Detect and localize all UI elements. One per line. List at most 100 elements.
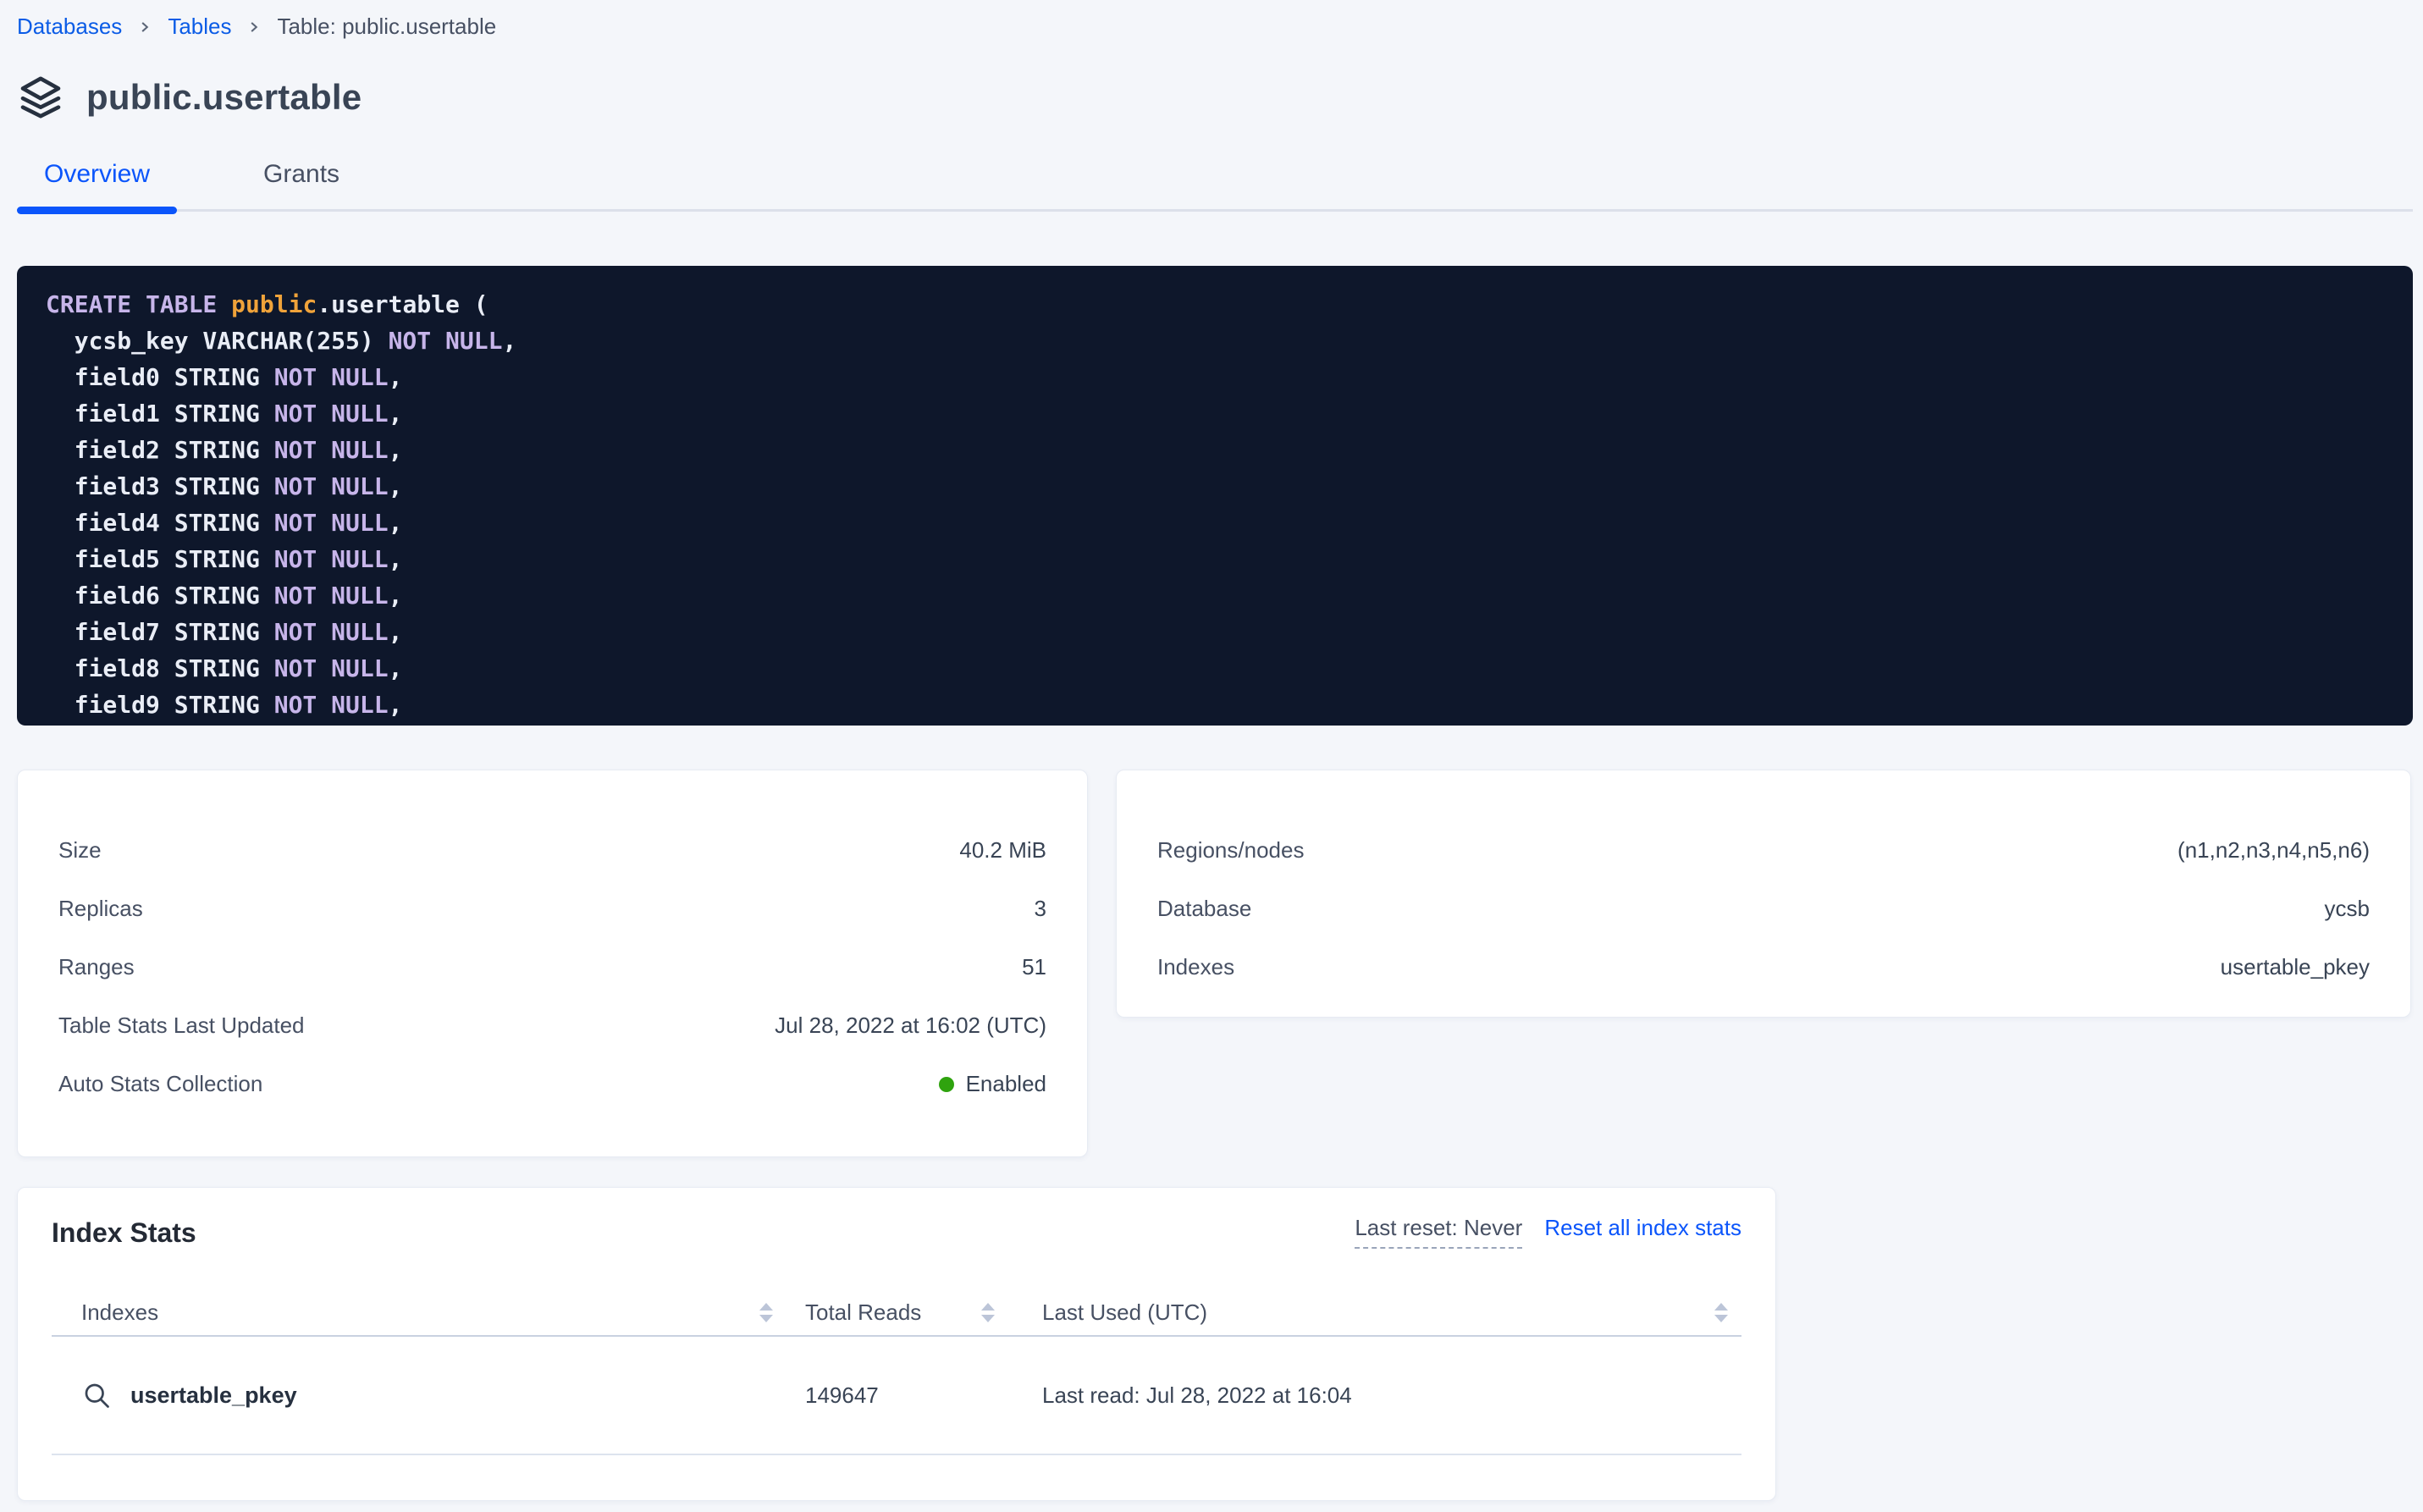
column-header-label: Indexes — [81, 1300, 158, 1326]
index-stats-card: Index Stats Last reset: Never Reset all … — [17, 1187, 1776, 1501]
sql-token-text: field9 STRING — [46, 691, 274, 719]
stat-row: Database ycsb — [1157, 880, 2370, 938]
stat-row: Auto Stats Collection Enabled — [58, 1055, 1046, 1113]
column-header-indexes[interactable]: Indexes — [52, 1300, 773, 1326]
stat-value: Jul 28, 2022 at 16:02 (UTC) — [775, 1013, 1046, 1039]
stat-value: 51 — [1022, 954, 1046, 980]
column-header-label: Last Used (UTC) — [1042, 1300, 1207, 1326]
column-header-last-used[interactable]: Last Used (UTC) — [1020, 1300, 1741, 1326]
index-stats-title: Index Stats — [52, 1217, 196, 1249]
column-header-label: Total Reads — [805, 1300, 921, 1326]
sql-token-text: , — [389, 691, 403, 719]
sql-token-keyword: NOT NULL — [274, 582, 389, 610]
chevron-right-icon — [137, 19, 152, 35]
sql-token-keyword: NOT NULL — [274, 691, 389, 719]
stat-value: 3 — [1035, 896, 1046, 922]
stat-row: Indexes usertable_pkey — [1157, 938, 2370, 996]
stat-label: Auto Stats Collection — [58, 1071, 262, 1097]
sql-token-text: field0 STRING — [46, 363, 274, 391]
sql-line: field8 STRING NOT NULL, — [46, 650, 2384, 687]
total-reads-cell: 149647 — [773, 1382, 1020, 1409]
index-stats-actions: Last reset: Never Reset all index stats — [1355, 1215, 1741, 1249]
table-stats-card: Size 40.2 MiB Replicas 3 Ranges 51 Table… — [17, 770, 1088, 1157]
breadcrumb-link-databases[interactable]: Databases — [17, 14, 122, 40]
sql-token-text: field4 STRING — [46, 509, 274, 537]
tab-bar: Overview Grants — [17, 160, 2413, 212]
overview-cards-row: Size 40.2 MiB Replicas 3 Ranges 51 Table… — [17, 770, 2423, 1157]
sql-token-keyword: NOT NULL — [274, 472, 389, 500]
sql-line: field0 STRING NOT NULL, — [46, 359, 2384, 395]
sql-token-keyword: NOT NULL — [274, 509, 389, 537]
sql-line: field6 STRING NOT NULL, — [46, 577, 2384, 614]
stat-label: Ranges — [58, 954, 135, 980]
sql-line: field4 STRING NOT NULL, — [46, 505, 2384, 541]
sql-token-text: field7 STRING — [46, 618, 274, 646]
sql-token-text: field8 STRING — [46, 654, 274, 682]
breadcrumb-current: Table: public.usertable — [277, 14, 496, 40]
last-used-cell: Last read: Jul 28, 2022 at 16:04 — [1020, 1382, 1741, 1409]
sort-icon[interactable] — [981, 1303, 995, 1322]
index-name-cell[interactable]: usertable_pkey — [52, 1380, 773, 1410]
sql-token-text: , — [389, 582, 403, 610]
chevron-right-icon — [246, 19, 262, 35]
column-header-total-reads[interactable]: Total Reads — [773, 1300, 1020, 1326]
stat-value: ycsb — [2325, 896, 2370, 922]
table-details-page: Databases Tables Table: public.usertable… — [0, 0, 2423, 1501]
sql-line: CREATE TABLE public.usertable ( — [46, 286, 2384, 323]
index-stats-header: Index Stats Last reset: Never Reset all … — [52, 1188, 1741, 1249]
layers-icon — [17, 74, 64, 121]
status-dot-enabled — [939, 1077, 954, 1092]
page-title: public.usertable — [86, 77, 362, 118]
stat-row: Regions/nodes (n1,n2,n3,n4,n5,n6) — [1157, 821, 2370, 880]
stat-row: Ranges 51 — [58, 938, 1046, 996]
sql-token-text: field1 STRING — [46, 400, 274, 428]
stat-value: usertable_pkey — [2221, 954, 2370, 980]
sql-token-keyword: NOT NULL — [274, 654, 389, 682]
sql-line: field5 STRING NOT NULL, — [46, 541, 2384, 577]
stat-row: Table Stats Last Updated Jul 28, 2022 at… — [58, 996, 1046, 1055]
index-name: usertable_pkey — [130, 1382, 297, 1409]
sql-token-text: , — [389, 654, 403, 682]
reset-all-index-stats-link[interactable]: Reset all index stats — [1544, 1215, 1741, 1241]
sql-token-text: field5 STRING — [46, 545, 274, 573]
stat-label: Indexes — [1157, 954, 1234, 980]
sql-token-text: , — [389, 618, 403, 646]
sql-token-text: field6 STRING — [46, 582, 274, 610]
sql-line: field7 STRING NOT NULL, — [46, 614, 2384, 650]
status-text: Enabled — [966, 1071, 1046, 1097]
sql-token-schema: public — [231, 290, 317, 318]
breadcrumb-link-tables[interactable]: Tables — [168, 14, 231, 40]
sort-icon[interactable] — [1714, 1303, 1728, 1322]
sql-token-keyword: NOT NULL — [274, 618, 389, 646]
sql-token-keyword: CREATE TABLE — [46, 290, 231, 318]
sql-line: field1 STRING NOT NULL, — [46, 395, 2384, 432]
sql-token-text: , — [389, 400, 403, 428]
index-table-header: Indexes Total Reads Last Used (UTC) — [52, 1289, 1741, 1337]
sql-token-keyword: NOT NULL — [274, 363, 389, 391]
sql-token-text: , — [389, 363, 403, 391]
database-stats-card: Regions/nodes (n1,n2,n3,n4,n5,n6) Databa… — [1116, 770, 2411, 1018]
sql-token-text: ycsb_key VARCHAR(255) — [46, 327, 389, 355]
last-reset-label: Last reset: Never — [1355, 1215, 1522, 1249]
sql-line: field3 STRING NOT NULL, — [46, 468, 2384, 505]
stat-label: Regions/nodes — [1157, 837, 1304, 864]
tab-grants[interactable]: Grants — [236, 160, 367, 209]
stat-value: 40.2 MiB — [959, 837, 1046, 864]
tab-overview[interactable]: Overview — [17, 160, 177, 209]
stat-row: Replicas 3 — [58, 880, 1046, 938]
sql-token-text: .usertable ( — [317, 290, 488, 318]
sql-token-keyword: NOT NULL — [389, 327, 503, 355]
page-header: public.usertable — [17, 74, 2423, 121]
sql-token-text: , — [389, 509, 403, 537]
sort-icon[interactable] — [759, 1303, 773, 1322]
sql-token-text: , — [502, 327, 516, 355]
stat-label: Database — [1157, 896, 1251, 922]
sql-line: field9 STRING NOT NULL, — [46, 687, 2384, 723]
sql-token-text: field3 STRING — [46, 472, 274, 500]
sql-token-keyword: NOT NULL — [274, 436, 389, 464]
sql-token-keyword: NOT NULL — [274, 545, 389, 573]
stat-row: Size 40.2 MiB — [58, 821, 1046, 880]
stat-label: Replicas — [58, 896, 143, 922]
breadcrumb: Databases Tables Table: public.usertable — [17, 14, 2423, 40]
index-table-row: usertable_pkey 149647 Last read: Jul 28,… — [52, 1337, 1741, 1455]
